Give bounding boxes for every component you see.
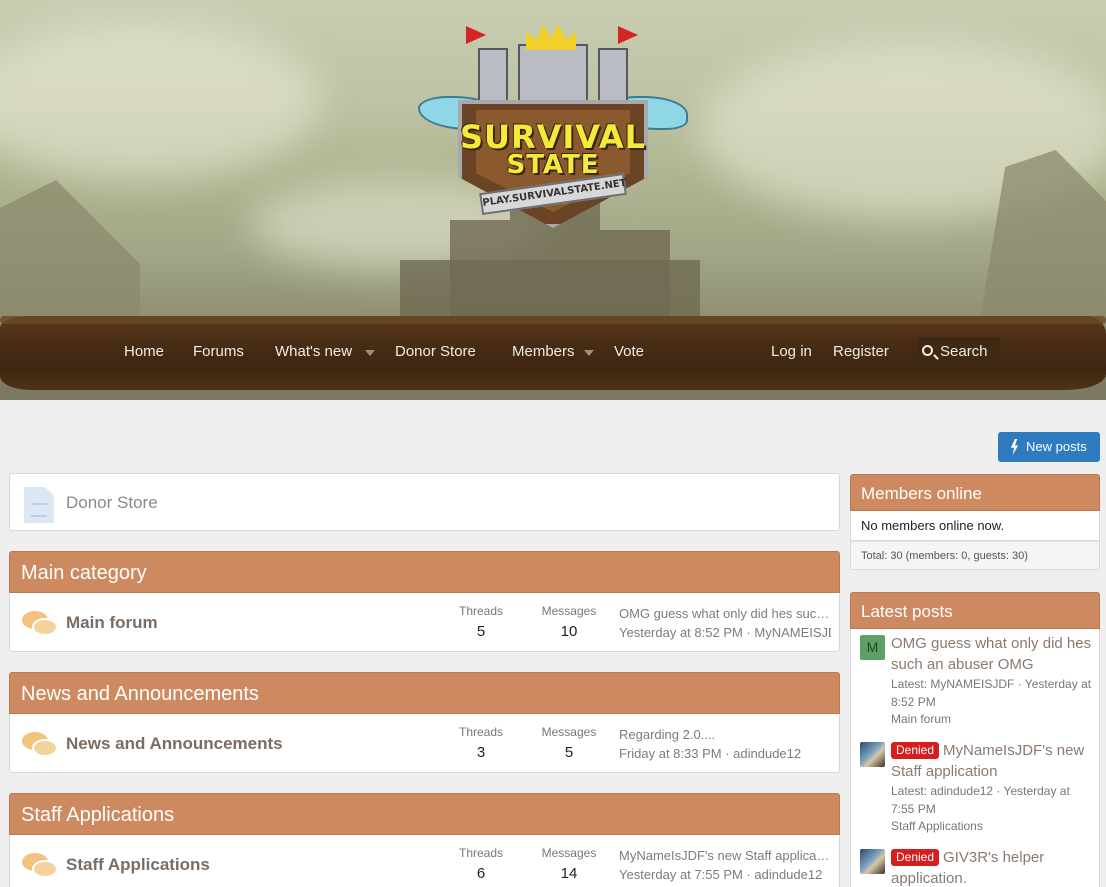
status-badge: Denied — [891, 742, 940, 759]
latest-post-title-wrap[interactable]: Denied MyNameIsJDF's new Staff applicatio… — [891, 740, 1095, 782]
forum-title[interactable]: Staff Applications — [66, 855, 210, 875]
threads-label: Threads — [458, 604, 504, 618]
members-online-message: No members online now. — [861, 518, 1005, 533]
avatar[interactable]: M — [860, 635, 885, 660]
chat-bubbles-icon — [22, 611, 58, 639]
new-posts-label: New posts — [1026, 439, 1087, 454]
nav-login[interactable]: Log in — [771, 342, 812, 362]
members-online-total: Total: 30 (members: 0, guests: 30) — [850, 541, 1100, 570]
latest-post-forum[interactable]: Staff Applications — [891, 819, 1095, 833]
nav-whats-new[interactable]: What's new — [275, 342, 352, 362]
lightning-icon — [1010, 439, 1019, 455]
nav-search-label: Search — [940, 343, 988, 360]
latest-post-title-wrap[interactable]: Denied GIV3R's helper application. — [891, 847, 1095, 887]
forum-row-staff-applications[interactable]: Staff Applications Threads 6 Messages 14… — [9, 835, 840, 887]
nav-members[interactable]: Members — [512, 342, 575, 362]
messages-count: 5 — [564, 744, 574, 761]
chat-bubbles-icon — [22, 853, 58, 881]
latest-post-title[interactable]: OMG guess what only did hes such an abus… — [891, 633, 1095, 675]
latest-posts-header[interactable]: Latest posts — [850, 592, 1100, 629]
threads-label: Threads — [458, 846, 504, 860]
logo-title-line2: STATE — [506, 150, 600, 180]
donor-store-link-node[interactable]: Donor Store — [9, 473, 840, 531]
members-online-body: No members online now. — [850, 511, 1100, 541]
nav-home[interactable]: Home — [124, 342, 164, 362]
messages-count: 14 — [560, 865, 578, 882]
latest-post-meta[interactable]: Latest: adindude12 · Yesterday at 7:55 P… — [891, 782, 1095, 818]
members-dropdown-icon[interactable] — [584, 350, 594, 356]
last-post-title[interactable]: MyNameIsJDF's new Staff application — [619, 848, 831, 863]
site-logo[interactable]: SURVIVAL STATE PLAY.SURVIVALSTATE.NET — [418, 18, 688, 233]
last-post-meta[interactable]: Friday at 8:33 PM · adindude12 — [619, 746, 831, 761]
donor-store-link-label: Donor Store — [66, 493, 158, 512]
last-post-meta[interactable]: Yesterday at 8:52 PM · MyNAMEISJDF — [619, 625, 831, 640]
nav-vote[interactable]: Vote — [614, 342, 644, 362]
last-post-title[interactable]: OMG guess what only did hes such an abus… — [619, 606, 831, 621]
nav-register[interactable]: Register — [833, 342, 889, 362]
messages-label: Messages — [541, 604, 597, 618]
forum-row-news[interactable]: News and Announcements Threads 3 Message… — [9, 714, 840, 773]
document-icon — [24, 487, 54, 523]
chat-bubbles-icon — [22, 732, 58, 760]
nav-donor-store[interactable]: Donor Store — [395, 342, 476, 362]
threads-count: 3 — [476, 744, 486, 761]
search-icon — [922, 345, 933, 356]
new-posts-button[interactable]: New posts — [998, 432, 1100, 462]
messages-label: Messages — [541, 725, 597, 739]
avatar[interactable] — [860, 742, 885, 767]
avatar[interactable] — [860, 849, 885, 874]
forum-title[interactable]: News and Announcements — [66, 734, 283, 754]
status-badge: Denied — [891, 849, 940, 866]
latest-post-meta[interactable]: Latest: MyNAMEISJDF · Yesterday at 8:52 … — [891, 675, 1095, 711]
threads-label: Threads — [458, 725, 504, 739]
category-header-main[interactable]: Main category — [9, 551, 840, 593]
threads-count: 6 — [476, 865, 486, 882]
last-post-title[interactable]: Regarding 2.0.... — [619, 727, 831, 742]
messages-count: 10 — [560, 623, 578, 640]
forum-title[interactable]: Main forum — [66, 613, 158, 633]
threads-count: 5 — [476, 623, 486, 640]
category-header-news[interactable]: News and Announcements — [9, 672, 840, 714]
latest-post-forum[interactable]: Main forum — [891, 712, 1095, 726]
whats-new-dropdown-icon[interactable] — [365, 350, 375, 356]
nav-search[interactable]: Search — [918, 337, 1000, 367]
nav-forums[interactable]: Forums — [193, 342, 244, 362]
messages-label: Messages — [541, 846, 597, 860]
last-post-meta[interactable]: Yesterday at 7:55 PM · adindude12 — [619, 867, 831, 882]
members-online-header[interactable]: Members online — [850, 474, 1100, 511]
forum-row-main-forum[interactable]: Main forum Threads 5 Messages 10 OMG gue… — [9, 593, 840, 652]
category-header-staff-applications[interactable]: Staff Applications — [9, 793, 840, 835]
